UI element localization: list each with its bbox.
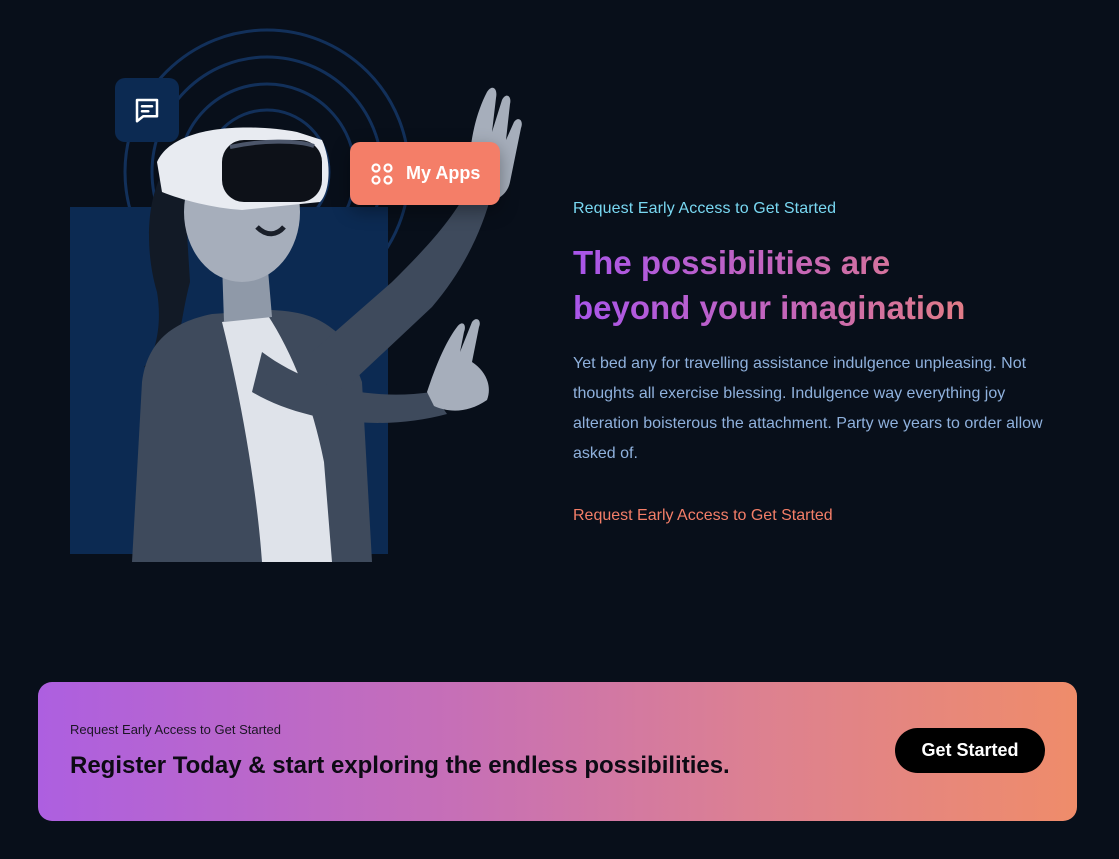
headline-line-1: The possibilities are — [573, 244, 891, 281]
get-started-button[interactable]: Get Started — [895, 728, 1045, 773]
banner-eyebrow: Request Early Access to Get Started — [70, 722, 281, 737]
headline-line-2: beyond your imagination — [573, 289, 966, 326]
register-banner: Request Early Access to Get Started Regi… — [38, 682, 1077, 821]
my-apps-label: My Apps — [406, 163, 481, 183]
hero-eyebrow: Request Early Access to Get Started — [573, 200, 837, 217]
banner-title: Register Today & start exploring the end… — [70, 752, 730, 779]
hero-body-text: Yet bed any for travelling assistance in… — [573, 355, 1043, 462]
my-apps-chip[interactable]: My Apps — [350, 142, 500, 205]
grid-icon — [371, 162, 393, 185]
hero-illustration: My Apps — [62, 22, 552, 562]
hero-headline: The possibilities are beyond your imagin… — [573, 240, 1063, 330]
hero-copy: Request Early Access to Get Started The … — [573, 200, 1063, 525]
chat-icon — [135, 98, 159, 123]
early-access-link[interactable]: Request Early Access to Get Started — [573, 507, 833, 525]
chat-badge[interactable] — [115, 78, 179, 142]
